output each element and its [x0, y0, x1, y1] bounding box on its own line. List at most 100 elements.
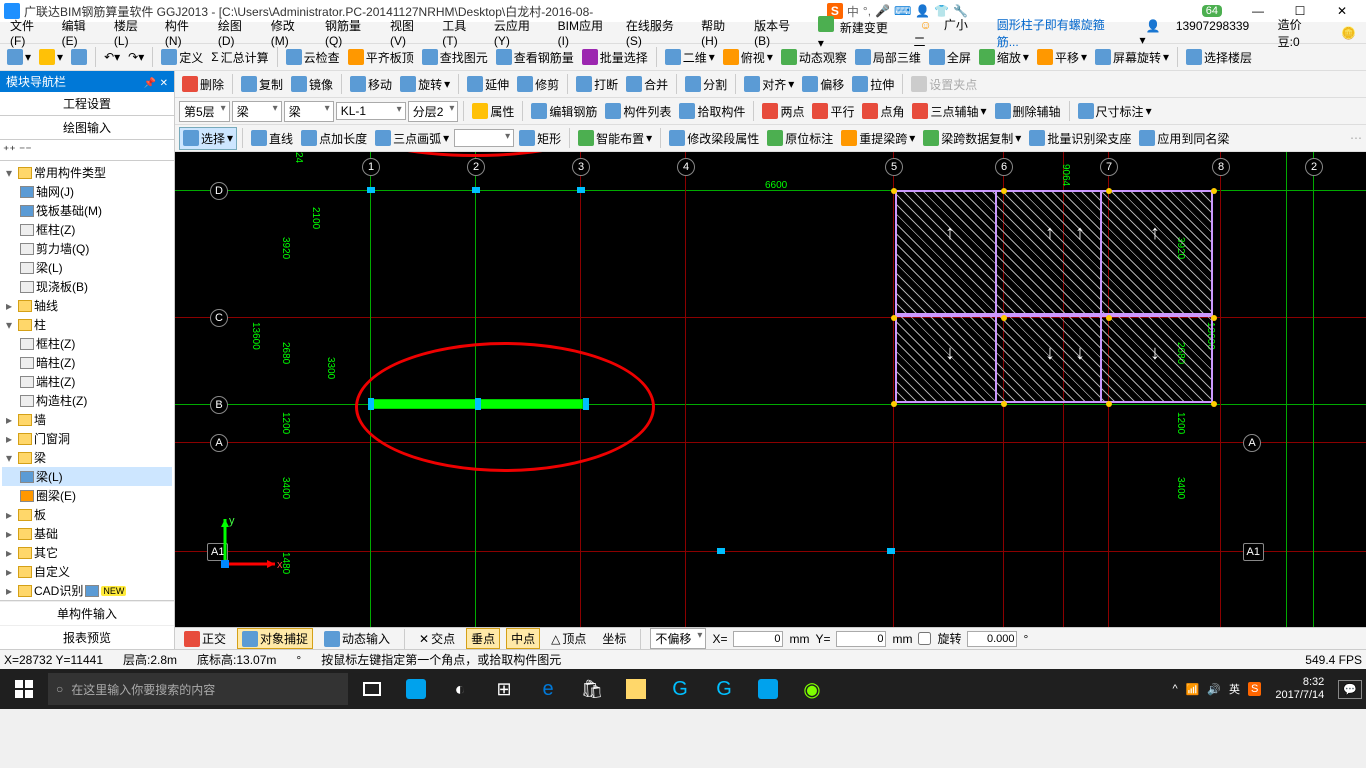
rotate-checkbox[interactable]: [918, 632, 931, 645]
tree-door[interactable]: ▸门窗洞: [2, 429, 172, 448]
taskbar-search[interactable]: ○ 在这里输入你要搜索的内容: [48, 673, 348, 705]
props-button[interactable]: 属性: [469, 101, 517, 122]
tb-app2[interactable]: ◐: [440, 673, 480, 705]
nav-close-icon[interactable]: ✕: [160, 78, 168, 89]
find-element-button[interactable]: 查找图元: [419, 47, 491, 68]
re-extract-span-button[interactable]: 重提梁跨▾: [838, 128, 918, 149]
coord-button[interactable]: 坐标: [597, 628, 631, 649]
smart-layout-button[interactable]: 智能布置▾: [575, 128, 655, 149]
tray-volume-icon[interactable]: 🔊: [1207, 683, 1221, 696]
stretch-button[interactable]: 拉伸: [849, 74, 897, 95]
top-view-button[interactable]: 俯视▾: [720, 47, 776, 68]
sum-button[interactable]: Σ 汇总计算: [208, 47, 271, 68]
tree-column[interactable]: ▾柱: [2, 315, 172, 334]
fullscreen-button[interactable]: 全屏: [926, 47, 974, 68]
point-angle-button[interactable]: 点角: [859, 101, 907, 122]
menu-floor[interactable]: 楼层(L): [108, 15, 157, 50]
tray-lang[interactable]: 英: [1229, 681, 1240, 697]
tree-ringbeam[interactable]: 圈梁(E): [2, 486, 172, 505]
member-dropdown[interactable]: KL-1: [336, 102, 406, 120]
three-point-axis-button[interactable]: 三点辅轴▾: [909, 101, 989, 122]
menu-edit[interactable]: 编辑(E): [56, 15, 106, 50]
menu-help[interactable]: 帮助(H): [695, 15, 746, 50]
merge-button[interactable]: 合并: [623, 74, 671, 95]
drawing-canvas[interactable]: D C B A A1 1 2 3 4 5 6 7 8 2 A A1 6600 2…: [175, 152, 1366, 627]
select-floor-button[interactable]: 选择楼层: [1183, 47, 1255, 68]
notification-icon[interactable]: 💬: [1338, 680, 1362, 699]
intersect-button[interactable]: ✕ 交点: [414, 628, 460, 649]
tree-wall[interactable]: ▸墙: [2, 410, 172, 429]
tree-col4[interactable]: 构造柱(Z): [2, 391, 172, 410]
tb-app3[interactable]: ⊞: [484, 673, 524, 705]
cat1-dropdown[interactable]: 梁: [232, 101, 282, 122]
tb-app5[interactable]: G: [704, 673, 744, 705]
phone-label[interactable]: 👤 13907298339 ▾: [1134, 17, 1264, 49]
menu-file[interactable]: 文件(F): [4, 15, 54, 50]
nav-tab-project[interactable]: 工程设置: [0, 92, 174, 116]
delete-button[interactable]: 删除: [179, 74, 227, 95]
undo-icon[interactable]: ↶▾: [101, 48, 123, 66]
tree-common[interactable]: ▾常用构件类型: [2, 163, 172, 182]
menu-component[interactable]: 构件(N): [159, 15, 210, 50]
taskbar-clock[interactable]: 8:32 2017/7/14: [1269, 676, 1330, 702]
coin-icon[interactable]: 🪙: [1335, 24, 1362, 42]
arc-button[interactable]: 三点画弧▾: [372, 128, 452, 149]
collapse-icon[interactable]: ⁻⁻: [19, 143, 32, 157]
tb-edge[interactable]: e: [528, 673, 568, 705]
tree-beam-l[interactable]: 梁(L): [2, 467, 172, 486]
zoom-button[interactable]: 缩放▾: [976, 47, 1032, 68]
line-button[interactable]: 直线: [248, 128, 296, 149]
tray-chevron-icon[interactable]: ^: [1172, 683, 1177, 695]
rect-button[interactable]: 矩形: [516, 128, 564, 149]
open-icon[interactable]: ▾: [36, 47, 66, 67]
dynamic-view-button[interactable]: 动态观察: [778, 47, 850, 68]
tb-app6[interactable]: [748, 673, 788, 705]
tree-other[interactable]: ▸其它: [2, 543, 172, 562]
menu-bim[interactable]: BIM应用(I): [552, 15, 618, 50]
tree-slab[interactable]: ▸板: [2, 505, 172, 524]
menu-quantity[interactable]: 钢筋量(Q): [319, 15, 382, 50]
nav-report-preview[interactable]: 报表预览: [0, 625, 174, 649]
tree-foundation[interactable]: ▸基础: [2, 524, 172, 543]
cat2-dropdown[interactable]: 梁: [284, 101, 334, 122]
start-button[interactable]: [4, 673, 44, 705]
grip-button[interactable]: 设置夹点: [908, 74, 980, 95]
floor-dropdown[interactable]: 第5层: [179, 101, 230, 122]
offset-dropdown[interactable]: 不偏移: [650, 628, 706, 649]
tree-framecol[interactable]: 框柱(Z): [2, 220, 172, 239]
expand-icon[interactable]: ⁺⁺: [3, 143, 16, 157]
tb-app1[interactable]: [396, 673, 436, 705]
split-button[interactable]: 分割: [682, 74, 730, 95]
tree-cad[interactable]: ▸CAD识别 NEW: [2, 581, 172, 600]
beam-mid[interactable]: [475, 398, 481, 410]
menu-version[interactable]: 版本号(B): [748, 15, 810, 50]
menu-tools[interactable]: 工具(T): [436, 15, 486, 50]
new-icon[interactable]: ▾: [4, 47, 34, 67]
align-slab-button[interactable]: 平齐板顶: [345, 47, 417, 68]
cloud-check-button[interactable]: 云检查: [283, 47, 343, 68]
perp-button[interactable]: 垂点: [466, 628, 500, 649]
taskview-icon[interactable]: [352, 673, 392, 705]
move-button[interactable]: 移动: [347, 74, 395, 95]
tb-explorer[interactable]: [616, 673, 656, 705]
position-label-button[interactable]: 原位标注: [764, 128, 836, 149]
tb-app4[interactable]: G: [660, 673, 700, 705]
trim-button[interactable]: 修剪: [514, 74, 562, 95]
midpoint-button[interactable]: 中点: [506, 628, 540, 649]
menu-cloud[interactable]: 云应用(Y): [488, 15, 550, 50]
osnap-button[interactable]: 对象捕捉: [237, 628, 313, 649]
view-rebar-button[interactable]: 查看钢筋量: [493, 47, 577, 68]
menu-draw[interactable]: 绘图(D): [212, 15, 263, 50]
span-copy-button[interactable]: 梁跨数据复制▾: [920, 128, 1024, 149]
save-icon[interactable]: [68, 47, 90, 67]
modify-span-button[interactable]: 修改梁段属性: [666, 128, 762, 149]
overflow-icon[interactable]: ⋯: [1350, 131, 1362, 145]
pick-member-button[interactable]: 拾取构件: [676, 101, 748, 122]
tree-raft[interactable]: 筏板基础(M): [2, 201, 172, 220]
align-button[interactable]: 对齐▾: [741, 74, 797, 95]
ortho-button[interactable]: 正交: [179, 628, 231, 649]
tb-store[interactable]: 🛍: [572, 673, 612, 705]
menu-view[interactable]: 视图(V): [384, 15, 434, 50]
local-3d-button[interactable]: 局部三维: [852, 47, 924, 68]
x-input[interactable]: [733, 631, 783, 647]
